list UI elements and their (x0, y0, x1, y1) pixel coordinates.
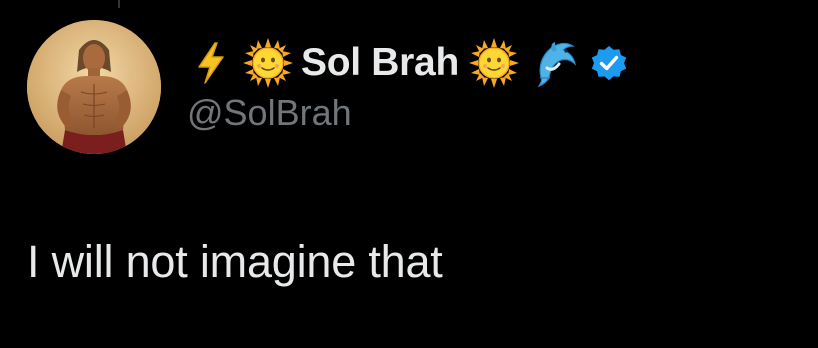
verified-badge-icon[interactable] (589, 43, 629, 83)
sun-with-face-emoji (243, 38, 293, 88)
sun-with-face-emoji (468, 38, 519, 88)
author-display-name[interactable]: Sol Brah (301, 41, 459, 85)
author-name-row[interactable]: Sol Brah (193, 37, 629, 89)
thread-connector-line (118, 0, 120, 8)
avatar[interactable] (27, 20, 161, 154)
avatar-photo (27, 20, 161, 154)
dolphin-emoji (533, 38, 579, 88)
tweet-text: I will not imagine that (27, 236, 443, 287)
author-handle[interactable]: @SolBrah (187, 92, 352, 134)
lightning-emoji (193, 41, 229, 85)
